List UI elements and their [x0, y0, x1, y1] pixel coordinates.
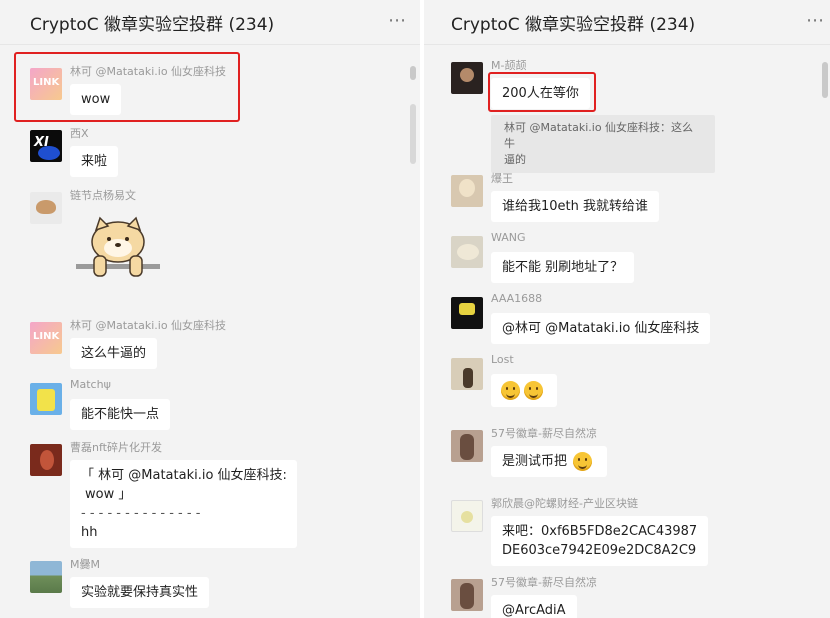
avatar-figure	[459, 179, 475, 197]
sender-name: 林可 @Matataki.io 仙女座科技	[70, 319, 227, 332]
sender-name: 57号徽章-薪尽自然凉	[491, 576, 597, 589]
chat-window-left: CryptoC 徽章实验空投群 (234) ⋯ LINK 林可 @Matatak…	[0, 0, 420, 618]
avatar-figure	[460, 68, 474, 82]
avatar[interactable]: XI	[30, 130, 62, 162]
laughing-emoji-icon	[573, 452, 593, 471]
message-bubble[interactable]: 是测试币把	[491, 446, 608, 477]
highlight-box	[14, 52, 240, 122]
message-bubble[interactable]: 能不能 别刷地址了？	[491, 252, 635, 283]
quoted-text-line: 林可 @Matataki.io 仙女座科技：这么牛	[504, 121, 694, 150]
message-bubble[interactable]: 实验就要保持真实性	[70, 577, 210, 608]
message-text-line: DE603ce7942E09e2DC8A2C9	[502, 543, 697, 558]
sender-name: Lost	[491, 353, 514, 366]
scrollbar-thumb[interactable]	[822, 62, 828, 98]
sender-name: 爆王	[491, 172, 513, 185]
quote-separator: - - - - - - - - - - - - - -	[81, 506, 201, 521]
chat-window-right: CryptoC 徽章实验空投群 (234) ⋯ M-颉颉 200人在等你 林可 …	[424, 0, 830, 618]
avatar[interactable]	[30, 192, 62, 224]
chat-header: CryptoC 徽章实验空投群 (234) ⋯	[0, 0, 420, 45]
message-bubble[interactable]	[491, 374, 557, 407]
avatar-figure	[460, 434, 474, 460]
avatar-figure	[37, 389, 55, 411]
message-bubble[interactable]: 「 林可 @Matataki.io 仙女座科技: wow 」 - - - - -…	[70, 460, 297, 548]
chat-title: CryptoC 徽章实验空投群 (234)	[30, 15, 275, 35]
quoted-text-line: 逼的	[504, 153, 526, 166]
scrollbar-thumb[interactable]	[410, 66, 416, 80]
sender-name: AAA1688	[491, 292, 543, 305]
sticker-image[interactable]	[74, 216, 162, 282]
avatar[interactable]	[451, 358, 483, 390]
avatar-figure	[459, 303, 475, 315]
scrollbar-track-thumb[interactable]	[410, 104, 416, 164]
avatar-figure	[463, 368, 473, 388]
avatar-figure	[457, 244, 479, 260]
avatar-swirl	[38, 146, 60, 160]
reply-text: hh	[81, 525, 98, 540]
chat-title: CryptoC 徽章实验空投群 (234)	[451, 15, 696, 35]
sender-name: 郭欣晨@陀螺财经-产业区块链	[491, 497, 638, 510]
quoted-text-line: wow 」	[85, 487, 132, 502]
sender-name: M-颉颉	[491, 59, 527, 72]
sender-name: 链节点杨易文	[70, 189, 136, 202]
sender-name: Matchψ	[70, 378, 111, 391]
avatar-logo-text: LINK	[33, 331, 60, 342]
avatar-figure	[460, 583, 474, 609]
sender-name: 曹磊nft碎片化开发	[70, 441, 162, 454]
highlight-box	[488, 72, 596, 112]
message-bubble[interactable]: 谁给我10eth 我就转给谁	[491, 191, 660, 222]
message-bubble[interactable]: @ArcAdiA	[491, 595, 577, 618]
avatar[interactable]	[451, 297, 483, 329]
avatar-figure	[40, 450, 54, 470]
avatar[interactable]	[451, 175, 483, 207]
message-bubble[interactable]: 来吧：0xf6B5FD8e2CAC43987 DE603ce7942E09e2D…	[491, 516, 709, 566]
more-options-icon[interactable]: ⋯	[806, 10, 825, 31]
sender-name: 57号徽章-薪尽自然凉	[491, 427, 597, 440]
sender-name: 西X	[70, 127, 89, 140]
message-bubble[interactable]: @林可 @Matataki.io 仙女座科技	[491, 313, 711, 344]
avatar-figure	[36, 200, 56, 214]
sender-name: WANG	[491, 231, 526, 244]
avatar[interactable]	[451, 236, 483, 268]
avatar-figure	[461, 511, 473, 523]
smile-emoji-icon	[501, 381, 520, 400]
message-bubble[interactable]: 来啦	[70, 146, 119, 177]
message-text-line: 来吧：0xf6B5FD8e2CAC43987	[502, 524, 698, 539]
avatar[interactable]	[30, 561, 62, 593]
avatar[interactable]	[451, 500, 483, 532]
message-bubble[interactable]: 能不能快一点	[70, 399, 171, 430]
quoted-text-line: 「 林可 @Matataki.io 仙女座科技:	[81, 468, 287, 483]
avatar[interactable]	[451, 430, 483, 462]
avatar[interactable]	[30, 444, 62, 476]
avatar[interactable]	[30, 383, 62, 415]
message-bubble[interactable]: 这么牛逼的	[70, 338, 158, 369]
more-options-icon[interactable]: ⋯	[388, 10, 407, 31]
smile-emoji-icon	[524, 381, 543, 400]
avatar[interactable]	[451, 579, 483, 611]
avatar[interactable]	[451, 62, 483, 94]
chat-header: CryptoC 徽章实验空投群 (234) ⋯	[424, 0, 830, 45]
quoted-message[interactable]: 林可 @Matataki.io 仙女座科技：这么牛 逼的	[491, 115, 715, 173]
message-text: 是测试币把	[502, 454, 568, 469]
avatar[interactable]: LINK	[30, 322, 62, 354]
sender-name: M爨M	[70, 558, 100, 571]
